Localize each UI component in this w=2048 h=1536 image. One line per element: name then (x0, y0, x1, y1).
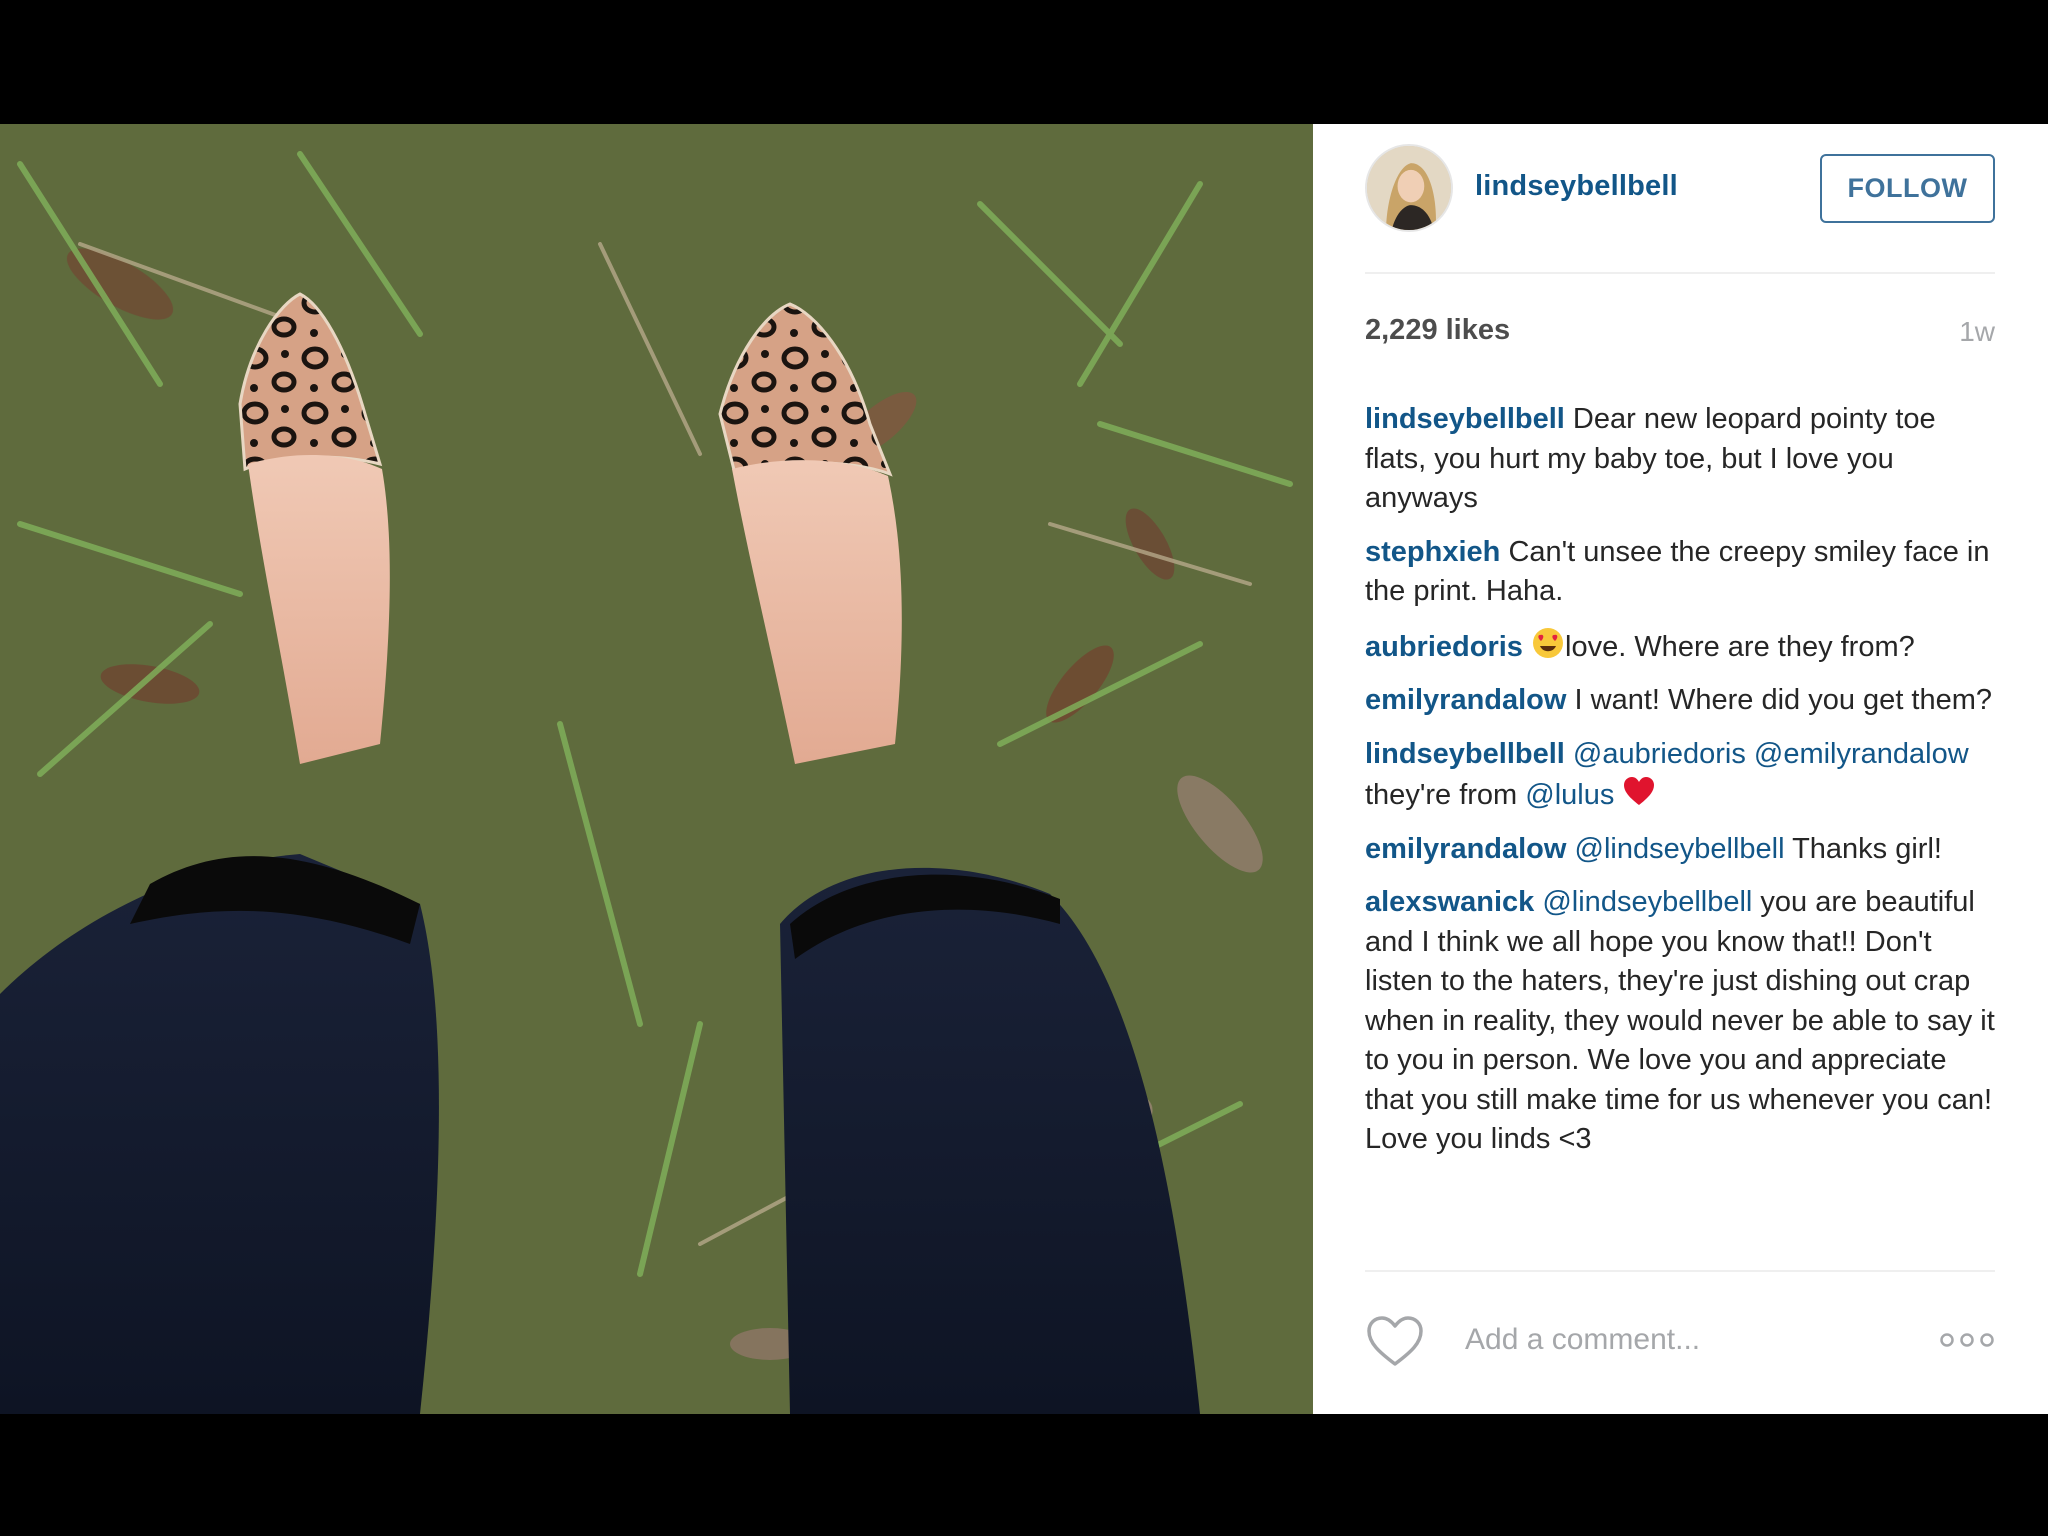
likes-count[interactable]: 2,229 likes (1365, 314, 1510, 347)
comment-mention[interactable]: @aubriedoris (1573, 738, 1746, 770)
add-comment-input[interactable] (1465, 1312, 1905, 1368)
post-header: lindseybellbell FOLLOW (1365, 124, 1995, 274)
comment-username[interactable]: lindseybellbell (1365, 738, 1565, 770)
comment-text: you are beautiful and I think we all hop… (1365, 886, 1995, 1155)
comment-text: Thanks girl! (1784, 832, 1942, 865)
comment-item: emilyrandalow I want! Where did you get … (1365, 681, 1995, 721)
comment-item: alexswanick @lindseybellbell you are bea… (1365, 883, 1995, 1160)
comment-mention[interactable]: @emilyrandalow (1754, 738, 1969, 770)
comments-list[interactable]: lindseybellbell Dear new leopard pointy … (1365, 400, 1995, 1270)
comment-item: aubriedoris love. Where are they from? (1365, 626, 1995, 668)
comment-username[interactable]: alexswanick (1365, 886, 1534, 918)
heart-eyes-emoji (1533, 627, 1563, 658)
more-options-icon[interactable] (1939, 1330, 1995, 1350)
post-details-panel: lindseybellbell FOLLOW 2,229 likes 1w li… (1313, 124, 2048, 1414)
avatar[interactable] (1365, 144, 1453, 232)
comment-text: love. Where are they from? (1565, 630, 1915, 663)
comment-username[interactable]: lindseybellbell (1365, 403, 1565, 435)
comment-item: lindseybellbell @aubriedoris @emilyranda… (1365, 735, 1995, 816)
heart-outline-icon[interactable] (1365, 1314, 1425, 1368)
comment-text: they're from (1365, 779, 1526, 811)
comment-text: I want! Where did you get them? (1574, 684, 1993, 716)
comment-mention[interactable]: @lulus (1525, 779, 1614, 811)
author-username[interactable]: lindseybellbell (1475, 170, 1678, 203)
comment-username[interactable]: stephxieh (1365, 536, 1500, 568)
post-meta: 2,229 likes 1w (1365, 314, 1995, 354)
comment-username[interactable]: aubriedoris (1365, 631, 1523, 663)
post-age: 1w (1959, 316, 1995, 347)
post-footer (1365, 1270, 1995, 1414)
comment-text (1614, 779, 1622, 811)
post-photo[interactable] (0, 124, 1313, 1414)
comment-item: lindseybellbell Dear new leopard pointy … (1365, 400, 1995, 519)
comment-item: stephxieh Can't unsee the creepy smiley … (1365, 533, 1995, 612)
comment-text (1746, 738, 1754, 770)
comment-username[interactable]: emilyrandalow (1365, 833, 1566, 865)
red-heart-emoji (1624, 777, 1655, 805)
avatar-image (1367, 146, 1451, 230)
comment-item: emilyrandalow @lindseybellbell Thanks gi… (1365, 830, 1995, 870)
comment-mention[interactable]: @lindseybellbell (1542, 886, 1752, 918)
follow-button[interactable]: FOLLOW (1820, 154, 1995, 223)
post-photo-image (0, 124, 1313, 1414)
comment-username[interactable]: emilyrandalow (1365, 684, 1566, 716)
comment-mention[interactable]: @lindseybellbell (1575, 833, 1785, 865)
